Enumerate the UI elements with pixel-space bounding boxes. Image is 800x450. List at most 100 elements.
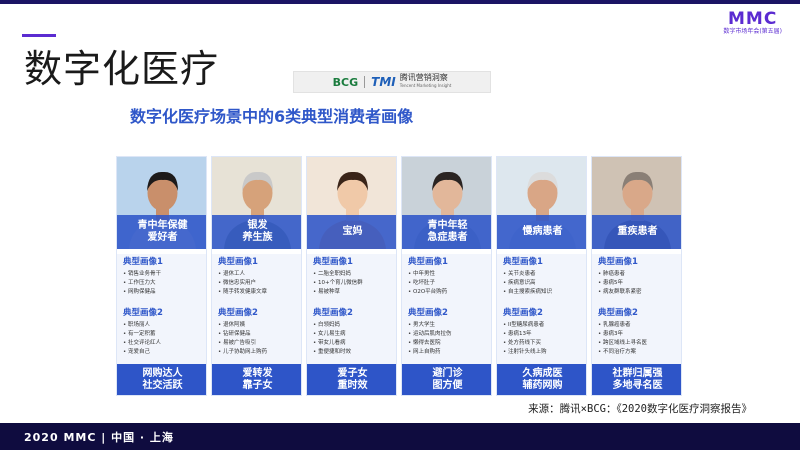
- list-item: 销售业务骨干: [123, 270, 205, 279]
- persona-card-footer: 网购达人 社交活跃: [117, 364, 206, 395]
- list-item: 宠爱自己: [123, 348, 205, 357]
- persona-card-body: 典型画像1 肺癌患者患病5年病友群联系紧密典型画像2 乳腺癌患者患病3年跨区域线上寻…: [592, 254, 681, 364]
- persona-group-2-title: 典型画像2: [218, 308, 258, 318]
- persona-card-row: 青中年保健 爱好者典型画像1 销售业务骨干工作压力大网购保健品典型画像2 职场丽人有…: [116, 156, 682, 396]
- list-item: 懒得去医院: [408, 339, 490, 348]
- persona-group-1-title: 典型画像1: [408, 257, 448, 267]
- persona-group-1-list: 销售业务骨干工作压力大网购保健品: [123, 270, 205, 297]
- list-item: 10+个育儿微信群: [313, 279, 395, 288]
- list-item: 二胎全职妈妈: [313, 270, 395, 279]
- list-item: 患病13年: [503, 330, 585, 339]
- persona-group-2-title: 典型画像2: [598, 308, 638, 318]
- list-item: 网购保健品: [123, 288, 205, 297]
- logo-sub-text: 数字市场年会(第五届): [723, 28, 782, 35]
- persona-card-body: 典型画像1 二胎全职妈妈10+个育儿微信群易被种草典型画像2 白领妈妈女儿易生病带女…: [307, 254, 396, 364]
- persona-card: 宝妈典型画像1 二胎全职妈妈10+个育儿微信群易被种草典型画像2 白领妈妈女儿易生病…: [306, 156, 397, 396]
- persona-card-footer: 爱子女 重时效: [307, 364, 396, 395]
- persona-card-footer: 社群归属强 多地寻名医: [592, 364, 681, 395]
- persona-card: 青中年轻 急症患者典型画像1 中年男性吃坏肚子O2O平台购药典型画像2 男大学生运动…: [401, 156, 492, 396]
- list-item: 有一定积蓄: [123, 330, 205, 339]
- persona-card-body: 典型画像1 中年男性吃坏肚子O2O平台购药典型画像2 男大学生运动后肌肉拉伤懒得去医…: [402, 254, 491, 364]
- list-item: 女儿易生病: [313, 330, 395, 339]
- persona-card-body: 典型画像1 关节炎患者疾病意识高自主搜索疾病知识典型画像2 II型糖尿病患者患病13…: [497, 254, 586, 364]
- persona-group-1-title: 典型画像1: [598, 257, 638, 267]
- persona-group-1-list: 关节炎患者疾病意识高自主搜索疾病知识: [503, 270, 585, 297]
- list-item: 退休工人: [218, 270, 300, 279]
- persona-card: 银发 养生族典型画像1 退休工人微信忠实用户随手转发健康文章典型画像2 退休阿姨钻研…: [211, 156, 302, 396]
- list-item: 易被广告吸引: [218, 339, 300, 348]
- list-item: 易被种草: [313, 288, 395, 297]
- mmc-logo: MMC 数字市场年会(第五届): [723, 10, 782, 36]
- persona-card: 重疾患者典型画像1 肺癌患者患病5年病友群联系紧密典型画像2 乳腺癌患者患病3年跨区…: [591, 156, 682, 396]
- persona-card-body: 典型画像1 退休工人微信忠实用户随手转发健康文章典型画像2 退休阿姨钻研保健品易被广…: [212, 254, 301, 364]
- top-accent-bar: [0, 0, 800, 4]
- list-item: 带女儿看病: [313, 339, 395, 348]
- section-subtitle: 数字化医疗场景中的6类典型消费者画像: [130, 107, 414, 126]
- list-item: 处方药线下买: [503, 339, 585, 348]
- list-item: 吃坏肚子: [408, 279, 490, 288]
- list-item: 患病3年: [598, 330, 680, 339]
- persona-card-label: 银发 养生族: [212, 215, 301, 249]
- brand-divider: [364, 76, 366, 88]
- persona-group-2-list: II型糖尿病患者患病13年处方药线下买注射针头线上购: [503, 321, 585, 357]
- persona-group-1-list: 二胎全职妈妈10+个育儿微信群易被种草: [313, 270, 395, 297]
- tmi-wordmark: 腾讯营销洞察 Tencent Marketing Insight: [400, 74, 452, 90]
- title-accent-line: [22, 34, 56, 37]
- footer-text: 2020 MMC | 中国 · 上海: [24, 430, 174, 444]
- tmi-cn-name: 腾讯营销洞察: [399, 73, 448, 82]
- persona-group-2-title: 典型画像2: [123, 308, 163, 318]
- list-item: 男大学生: [408, 321, 490, 330]
- persona-group-1-title: 典型画像1: [218, 257, 258, 267]
- list-item: 白领妈妈: [313, 321, 395, 330]
- list-item: 网上自购药: [408, 348, 490, 357]
- page-title: 数字化医疗: [24, 47, 220, 91]
- list-item: 跨区域线上寻名医: [598, 339, 680, 348]
- persona-group-1-list: 中年男性吃坏肚子O2O平台购药: [408, 270, 490, 297]
- list-item: 职场丽人: [123, 321, 205, 330]
- persona-card-label: 青中年保健 爱好者: [117, 215, 206, 249]
- list-item: II型糖尿病患者: [503, 321, 585, 330]
- list-item: 社交评论红人: [123, 339, 205, 348]
- persona-card-footer: 避门诊 图方便: [402, 364, 491, 395]
- tmi-logo: TMI: [371, 75, 396, 89]
- logo-main-text: MMC: [728, 9, 778, 29]
- persona-card: 慢病患者典型画像1 关节炎患者疾病意识高自主搜索疾病知识典型画像2 II型糖尿病患者…: [496, 156, 587, 396]
- persona-group-1-list: 退休工人微信忠实用户随手转发健康文章: [218, 270, 300, 297]
- persona-group-2-list: 职场丽人有一定积蓄社交评论红人宠爱自己: [123, 321, 205, 357]
- list-item: 肺癌患者: [598, 270, 680, 279]
- persona-group-1-title: 典型画像1: [503, 257, 543, 267]
- tmi-en-name: Tencent Marketing Insight: [399, 83, 452, 88]
- persona-card-label: 慢病患者: [497, 215, 586, 249]
- list-item: O2O平台购药: [408, 288, 490, 297]
- persona-card-body: 典型画像1 销售业务骨干工作压力大网购保健品典型画像2 职场丽人有一定积蓄社交评论红…: [117, 254, 206, 364]
- persona-card-label: 青中年轻 急症患者: [402, 215, 491, 249]
- persona-card-label: 重疾患者: [592, 215, 681, 249]
- footer-bar: 2020 MMC | 中国 · 上海: [0, 423, 800, 450]
- list-item: 儿子协助网上购药: [218, 348, 300, 357]
- list-item: 中年男性: [408, 270, 490, 279]
- list-item: 运动后肌肉拉伤: [408, 330, 490, 339]
- persona-group-1-title: 典型画像1: [123, 257, 163, 267]
- persona-card-footer: 爱转发 靠子女: [212, 364, 301, 395]
- persona-group-1-list: 肺癌患者患病5年病友群联系紧密: [598, 270, 680, 297]
- list-item: 不同治疗方案: [598, 348, 680, 357]
- source-citation: 来源：腾讯×BCG：《2020数字化医疗洞察报告》: [528, 403, 752, 415]
- list-item: 病友群联系紧密: [598, 288, 680, 297]
- list-item: 疾病意识高: [503, 279, 585, 288]
- brand-logo-strip: BCG TMI 腾讯营销洞察 Tencent Marketing Insight: [293, 71, 491, 93]
- list-item: 退休阿姨: [218, 321, 300, 330]
- bcg-logo: BCG: [332, 75, 359, 89]
- persona-card: 青中年保健 爱好者典型画像1 销售业务骨干工作压力大网购保健品典型画像2 职场丽人有…: [116, 156, 207, 396]
- list-item: 乳腺癌患者: [598, 321, 680, 330]
- list-item: 患病5年: [598, 279, 680, 288]
- list-item: 工作压力大: [123, 279, 205, 288]
- list-item: 自主搜索疾病知识: [503, 288, 585, 297]
- persona-group-1-title: 典型画像1: [313, 257, 353, 267]
- list-item: 微信忠实用户: [218, 279, 300, 288]
- persona-group-2-title: 典型画像2: [408, 308, 448, 318]
- persona-card-footer: 久病成医 辅药网购: [497, 364, 586, 395]
- persona-group-2-list: 男大学生运动后肌肉拉伤懒得去医院网上自购药: [408, 321, 490, 357]
- persona-group-2-title: 典型画像2: [313, 308, 353, 318]
- persona-card-label: 宝妈: [307, 215, 396, 249]
- persona-group-2-list: 乳腺癌患者患病3年跨区域线上寻名医不同治疗方案: [598, 321, 680, 357]
